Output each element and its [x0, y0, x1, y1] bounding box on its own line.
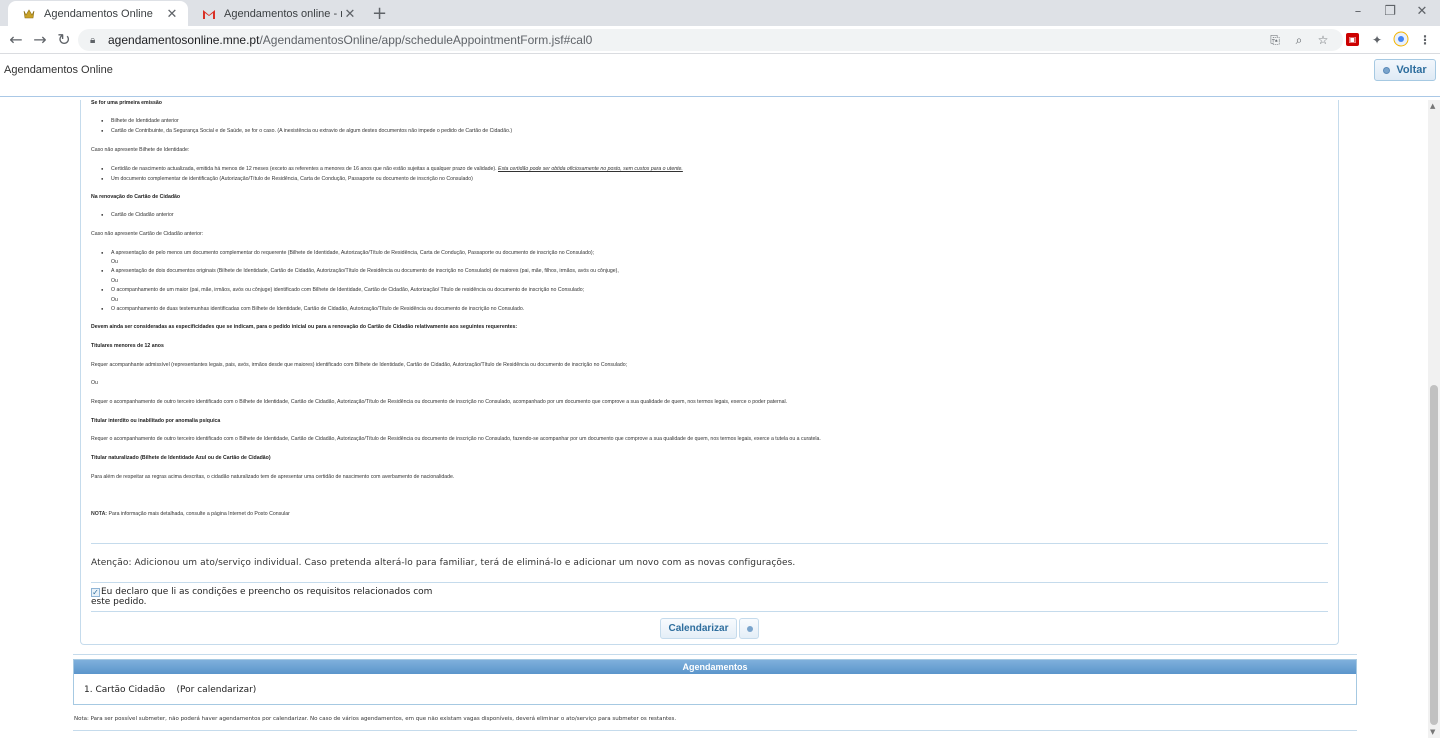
or-text: Ou [111, 259, 118, 265]
bookmark-star-icon[interactable]: ☆ [1314, 31, 1332, 49]
list-item: A apresentação de pelo menos um document… [91, 250, 594, 256]
divider [73, 730, 1357, 731]
appointments-header: Agendamentos [74, 660, 1356, 674]
list-item: O acompanhamento de duas testemunhas ide… [91, 306, 524, 312]
list-item: Bilhete de Identidade anterior [91, 118, 179, 124]
pdf-extension-icon[interactable]: ▣ [1346, 33, 1359, 46]
browser-tabstrip: Agendamentos Online ✕ Agendamentos onlin… [0, 0, 1440, 26]
paragraph: Caso não apresente Bilhete de Identidade… [91, 147, 190, 153]
page-scrollbar[interactable]: ▲ ▼ [1428, 100, 1440, 738]
profile-avatar-icon[interactable] [1392, 31, 1410, 49]
heading-naturalized: Titular naturalizado (Bilhete de Identid… [91, 455, 271, 461]
paragraph: Requer o acompanhamento de outro terceir… [91, 399, 788, 405]
app-header: Agendamentos Online Voltar [0, 55, 1440, 97]
schedule-button[interactable]: Calendarizar [660, 618, 737, 639]
info-button[interactable] [739, 618, 759, 639]
reload-icon[interactable]: ↻ [53, 29, 75, 51]
heading-interdicted: Titular interdito ou inabilitado por ano… [91, 418, 221, 424]
close-tab-icon[interactable]: ✕ [164, 6, 180, 22]
declaration-checkbox-row[interactable]: ✓ Eu declaro que li as condições e preenc… [91, 587, 451, 607]
heading-renewal: Na renovação do Cartão de Cidadão [91, 194, 181, 200]
url-host: agendamentosonline.mne.pt [108, 33, 260, 47]
divider [91, 582, 1328, 583]
submit-footnote: Nota: Para ser possível submeter, não po… [74, 716, 677, 722]
browser-toolbar: ← → ↻ 🔒︎ agendamentosonline.mne.pt/Agend… [0, 26, 1440, 54]
divider [73, 654, 1357, 655]
attention-notice: Atenção: Adicionou um ato/serviço indivi… [91, 558, 796, 568]
or-text: Ou [111, 278, 118, 284]
note-text: Para informação mais detalhada, consulte… [108, 511, 290, 517]
lock-icon: 🔒︎ [90, 35, 96, 46]
list-item: Cartão de Contribuinte, da Segurança Soc… [91, 128, 512, 134]
paragraph: Para além de respeitar as regras acima d… [91, 474, 455, 480]
heading-minors: Titulares menores de 12 anos [91, 343, 164, 349]
paragraph: Caso não apresente Cartão de Cidadão ant… [91, 231, 204, 237]
browser-tab-gmail[interactable]: Agendamentos online - registo c ✕ [188, 1, 366, 26]
note-label: NOTA: [91, 511, 108, 517]
restore-icon[interactable]: ❐ [1380, 4, 1400, 19]
back-button[interactable]: Voltar [1374, 59, 1436, 81]
info-dot-icon [747, 626, 753, 632]
paragraph: Requer o acompanhamento de outro terceir… [91, 436, 821, 442]
divider [91, 543, 1328, 544]
list-item-note: Esta certidão pode ser obtida oficiosame… [498, 166, 683, 172]
list-item-text: Certidão de nascimento actualizada, emit… [111, 166, 497, 172]
menu-kebab-icon[interactable]: ⋮ [1416, 31, 1434, 49]
address-bar[interactable]: 🔒︎ agendamentosonline.mne.pt/Agendamento… [78, 29, 1343, 51]
url-path: /AgendamentosOnline/app/scheduleAppointm… [259, 33, 593, 47]
close-tab-icon[interactable]: ✕ [342, 6, 358, 22]
list-item: Certidão de nascimento actualizada, emit… [91, 166, 683, 172]
extensions-puzzle-icon[interactable]: ✦ [1368, 31, 1386, 49]
paragraph: Requer acompanhante admissível (represen… [91, 362, 628, 368]
appointments-box: Agendamentos 1. Cartão Cidadão (Por cale… [73, 659, 1357, 705]
tab-title: Agendamentos online - registo c [224, 7, 342, 20]
list-item: O acompanhamento de um maior (pai, mãe, … [91, 287, 584, 293]
list-item: Cartão de Cidadão anterior [91, 212, 174, 218]
list-item: Um documento complementar de identificaç… [91, 176, 473, 182]
zoom-icon[interactable]: ⌕ [1290, 31, 1308, 49]
or-text: Ou [91, 380, 98, 386]
scroll-down-arrow-icon[interactable]: ▼ [1430, 728, 1435, 736]
requirements-panel: Se for uma primeira emissão Bilhete de I… [80, 100, 1339, 645]
close-window-icon[interactable]: ✕ [1412, 4, 1432, 19]
forward-arrow-icon[interactable]: → [29, 29, 51, 51]
minimize-icon[interactable]: – [1348, 4, 1368, 19]
scrollbar-thumb[interactable] [1430, 385, 1438, 725]
crest-favicon-icon [22, 7, 36, 21]
gmail-favicon-icon [202, 7, 216, 21]
list-item: A apresentação de dois documentos origin… [91, 268, 619, 274]
tab-title: Agendamentos Online [44, 7, 153, 20]
back-button-label: Voltar [1396, 64, 1427, 76]
new-tab-plus-icon[interactable]: + [372, 3, 387, 24]
scroll-up-arrow-icon[interactable]: ▲ [1430, 102, 1435, 110]
note-paragraph: NOTA: Para informação mais detalhada, co… [91, 511, 290, 517]
or-text: Ou [111, 297, 118, 303]
divider [91, 611, 1328, 612]
circle-icon [1383, 66, 1391, 74]
translate-icon[interactable]: ⎘ [1266, 31, 1284, 49]
heading-first-issue: Se for uma primeira emissão [91, 100, 162, 106]
declaration-label: Eu declaro que li as condições e preench… [91, 587, 433, 607]
browser-tab-agendamentos[interactable]: Agendamentos Online ✕ [8, 1, 188, 26]
appointment-item[interactable]: 1. Cartão Cidadão (Por calendarizar) [84, 685, 256, 695]
back-arrow-icon[interactable]: ← [5, 29, 27, 51]
declaration-checkbox[interactable]: ✓ [91, 588, 100, 597]
app-title: Agendamentos Online [4, 64, 113, 76]
heading-specifics: Devem ainda ser consideradas as especifi… [91, 324, 518, 330]
